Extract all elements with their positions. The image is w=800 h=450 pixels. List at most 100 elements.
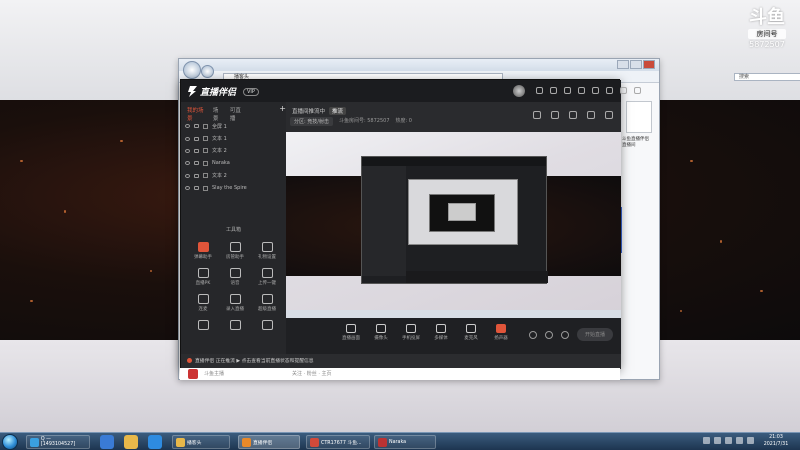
- minimize-icon[interactable]: [617, 60, 629, 69]
- grid-icon[interactable]: [550, 87, 557, 94]
- minimize-icon[interactable]: [606, 87, 613, 94]
- taskbar-item-naraka[interactable]: Naraka: [374, 435, 436, 449]
- tray-icon[interactable]: [747, 437, 754, 444]
- phone-cast-button[interactable]: 手机投屏: [402, 324, 420, 341]
- close-icon[interactable]: [643, 60, 655, 69]
- list-item[interactable]: Slay the Spire: [185, 182, 283, 194]
- bell-icon[interactable]: [587, 111, 595, 119]
- tool-super[interactable]: 超级直播: [251, 294, 283, 312]
- forward-icon[interactable]: [201, 65, 214, 78]
- lock-icon[interactable]: [194, 124, 199, 129]
- tool-gift[interactable]: 礼物设置: [251, 242, 283, 260]
- app-titlebar[interactable]: 直播伴侣 VIP: [181, 80, 641, 102]
- toolbox-grid: 弹幕助手 房管助手 礼物设置 直播PK 语音 上传一键 连麦 录入直播 超级直播: [187, 242, 283, 332]
- eye-icon[interactable]: [185, 148, 190, 153]
- eye-icon[interactable]: [185, 124, 190, 129]
- explorer-icon[interactable]: [100, 435, 114, 449]
- list-item[interactable]: Naraka: [185, 157, 283, 169]
- microphone-button[interactable]: 麦克风: [462, 324, 480, 341]
- ime-icon[interactable]: [736, 437, 743, 444]
- lock-icon[interactable]: [194, 136, 199, 141]
- tool-room-admin[interactable]: 房管助手: [219, 242, 251, 260]
- back-icon[interactable]: [183, 61, 201, 79]
- tool-label: 房管助手: [226, 255, 244, 260]
- browser-titlebar[interactable]: [179, 59, 659, 71]
- document-icon[interactable]: [626, 101, 652, 133]
- browser-search-input[interactable]: 搜索: [734, 73, 800, 81]
- lock-icon[interactable]: [194, 148, 199, 153]
- timer-icon[interactable]: [544, 330, 553, 339]
- streaming-app-window[interactable]: 直播伴侣 VIP 我的场景 场景 可直播 + 全屏 1 文本 1 文本 2 Na…: [180, 79, 641, 369]
- taskbar-item-qq[interactable]: Q — [1493104527]: [26, 435, 90, 449]
- clock[interactable]: 21:03 2021/7/31: [758, 435, 794, 448]
- menu-icon[interactable]: [592, 87, 599, 94]
- record-icon[interactable]: [533, 111, 541, 119]
- browser-window-controls: [617, 60, 655, 69]
- tool-lianmai[interactable]: 连麦: [187, 294, 219, 312]
- folder-icon: [176, 437, 185, 447]
- maximize-icon[interactable]: [630, 60, 642, 69]
- eye-icon[interactable]: [185, 173, 190, 178]
- eye-icon[interactable]: [185, 161, 190, 166]
- category-field[interactable]: 分区: 竞技/射击: [290, 117, 333, 126]
- taskbar-item-douyu[interactable]: CTR17677 斗鱼...: [306, 435, 370, 449]
- tool-danmaku[interactable]: 弹幕助手: [187, 242, 219, 260]
- tool-label: 上传一键: [258, 281, 276, 286]
- button-label: 多媒体: [434, 336, 448, 341]
- speaker-button[interactable]: 扬声器: [492, 324, 510, 341]
- tool-extra[interactable]: [219, 320, 251, 332]
- list-item[interactable]: 全屏 1: [185, 120, 283, 132]
- live-status-chip[interactable]: 推流: [329, 107, 347, 115]
- tool-label: 录入直播: [226, 307, 244, 312]
- gear-icon[interactable]: [560, 330, 569, 339]
- tool-upload[interactable]: 上传一键: [251, 268, 283, 286]
- gift-icon[interactable]: [564, 87, 571, 94]
- lock-icon[interactable]: [194, 173, 199, 178]
- volume-icon[interactable]: [725, 437, 732, 444]
- media-player-icon[interactable]: [124, 435, 138, 449]
- user-avatar[interactable]: [513, 85, 525, 97]
- start-live-button[interactable]: 开始直播: [576, 328, 613, 341]
- browser-icon[interactable]: [148, 435, 162, 449]
- eye-icon[interactable]: [185, 136, 190, 141]
- tool-download[interactable]: 录入直播: [219, 294, 251, 312]
- settings-icon[interactable]: [578, 87, 585, 94]
- room-id-text: 斗鱼房间号: 5872507: [338, 118, 390, 124]
- tray-icon[interactable]: [703, 437, 710, 444]
- taskbar-item-streaming[interactable]: 直播伴侣: [238, 435, 300, 449]
- streamer-avatar[interactable]: [188, 369, 198, 379]
- gift-icon: [261, 242, 273, 252]
- nested-app-preview: [361, 156, 548, 284]
- camera-button[interactable]: 摄像头: [372, 324, 390, 341]
- close-icon[interactable]: [634, 87, 641, 94]
- network-icon[interactable]: [714, 437, 721, 444]
- side-text-line: 直播间: [622, 143, 636, 148]
- bag-icon[interactable]: [569, 111, 577, 119]
- media-button[interactable]: 多媒体: [432, 324, 450, 341]
- record-icon[interactable]: [528, 330, 537, 339]
- lock-icon[interactable]: [194, 186, 199, 191]
- screen-capture-button[interactable]: 直播画面: [342, 324, 360, 341]
- taskbar-item-browser[interactable]: 播客头: [172, 435, 230, 449]
- tool-extra[interactable]: [187, 320, 219, 332]
- download-icon: [229, 294, 241, 304]
- stream-preview[interactable]: [286, 132, 621, 318]
- lock-icon[interactable]: [194, 161, 199, 166]
- list-item[interactable]: 文本 2: [185, 170, 283, 182]
- list-item[interactable]: 文本 2: [185, 145, 283, 157]
- notice-bar[interactable]: 直播伴侣 正在推流 ▶ 点击查看当前直播状态和提醒信息: [181, 354, 621, 369]
- tool-voice[interactable]: 语音: [219, 268, 251, 286]
- tool-extra[interactable]: [251, 320, 283, 332]
- douyu-watermark: 斗鱼 房间号 5872507: [742, 8, 792, 56]
- share-icon[interactable]: [605, 111, 613, 119]
- eye-icon[interactable]: [185, 186, 190, 191]
- maximize-icon[interactable]: [620, 87, 627, 94]
- start-button[interactable]: [2, 434, 18, 450]
- tool-pk[interactable]: 直播PK: [187, 268, 219, 286]
- screenshot-icon[interactable]: [551, 111, 559, 119]
- list-item[interactable]: 文本 1: [185, 132, 283, 144]
- streamer-name[interactable]: 斗鱼主播: [204, 370, 224, 377]
- vip-badge[interactable]: VIP: [243, 87, 259, 96]
- source-icon: [203, 185, 208, 191]
- message-icon[interactable]: [536, 87, 543, 94]
